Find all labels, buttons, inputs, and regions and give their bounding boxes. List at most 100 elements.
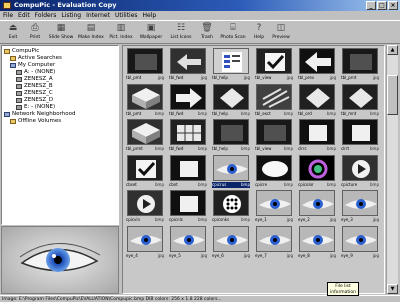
thumbnail-image (127, 119, 163, 145)
thumbnail-caption: tbl_mnt bmp (341, 111, 379, 117)
thumbnail-item[interactable]: tbl_view jpg (254, 47, 294, 82)
minimize-button[interactable]: _ (366, 1, 376, 10)
thumbnail-item[interactable]: cbset bmp (125, 154, 165, 189)
drive-icon (16, 84, 22, 89)
exit-button[interactable]: ⏏ Exit (2, 21, 24, 44)
thumbnail-caption: tbl_prnt jpg (341, 75, 379, 81)
help-button[interactable]: ? Help (248, 21, 270, 44)
thumbnail-filename: tbl_fwd (169, 110, 184, 116)
thumbnail-extension: jpg (200, 75, 207, 80)
thumbnail-item[interactable]: cbnt bmp (168, 154, 208, 189)
thumbnail-item[interactable]: tbl_exct bmp (254, 83, 294, 118)
thumbnail-caption: tbl_fwd jpg (169, 75, 207, 81)
thumbnail-item[interactable]: tbl_fwd jpg (168, 47, 208, 82)
tree-item-label: ZENESZ_C (24, 90, 53, 96)
thumbnail-image (213, 119, 249, 145)
thumbnail-item[interactable]: cpicre bmp (254, 154, 294, 189)
tree-item[interactable]: My Computer (4, 62, 116, 69)
thumbnail-extension: jpg (286, 217, 293, 222)
thumbnail-caption: cpicture bmp (341, 182, 379, 188)
photo-scan-button[interactable]: ⌸ Photo Scan (218, 21, 248, 44)
trash-button[interactable]: 🗑 Trash (196, 21, 218, 44)
drive-icon (16, 98, 22, 103)
menu-item-file[interactable]: File (3, 11, 13, 20)
thumbnail-image (170, 83, 206, 110)
vertical-scrollbar[interactable]: ▲ ▼ (386, 45, 398, 294)
tree-item[interactable]: CompuPic (4, 48, 116, 55)
slide-show-button[interactable]: ▦ Slide Show (46, 21, 76, 44)
folder-tree[interactable]: CompuPic Active Searches My Computer A: - (… (1, 45, 119, 225)
thumbnail-caption: tbl_prmt bmp (126, 146, 164, 152)
menu-item-listing[interactable]: Listing (61, 11, 81, 20)
thumbnail-image (170, 190, 206, 216)
tree-item[interactable]: ZENESZ_D (4, 97, 116, 104)
thumbnail-item[interactable]: cpicolor bmp (297, 154, 337, 189)
tree-item[interactable]: Active Searches (4, 55, 116, 62)
thumbnail-image (170, 119, 206, 145)
thumbnail-item[interactable]: eye_4 jpg (125, 225, 165, 260)
print-button[interactable]: ⎙ Print (24, 21, 46, 44)
thumbnail-item[interactable]: tbl_mnt bmp (340, 83, 380, 118)
thumbnail-item[interactable]: eye_9 jpg (340, 225, 380, 260)
thumbnail-item[interactable]: tbl_fwd bmp (168, 83, 208, 118)
thumbnail-item[interactable]: eye_1 jpg (254, 189, 294, 224)
preview-button[interactable]: ◫ Preview (270, 21, 292, 44)
thumbnail-item[interactable]: clrrt bmp (340, 118, 380, 153)
thumbnail-item[interactable]: tbl_help jpg (211, 47, 251, 82)
thumbnail-item[interactable]: tbl_fwd bmp (168, 118, 208, 153)
wallpaper-button[interactable]: ▣ Wallpaper (136, 21, 166, 44)
thumbnail-item[interactable]: eye_8 jpg (297, 225, 337, 260)
thumbnail-item[interactable]: tbl_ord bmp (297, 83, 337, 118)
pict-index-button[interactable]: ▥ Pict. Index (106, 21, 136, 44)
maximize-button[interactable]: □ (377, 1, 387, 10)
computer-icon (10, 63, 16, 68)
make-index-button[interactable]: ▤ Make Index (76, 21, 106, 44)
tree-item[interactable]: ZENESZ_A (4, 76, 116, 83)
menu-item-internet[interactable]: Internet (86, 11, 110, 20)
thumbnail-item[interactable]: tbl_pmt bmp (125, 83, 165, 118)
thumbnail-item[interactable]: cpicvin bmp (125, 189, 165, 224)
thumbnail-caption: tbl_view jpg (255, 75, 293, 81)
thumbnail-filename: tbl_pmt (126, 110, 142, 116)
thumbnail-item[interactable]: tbl_pmt jpg (125, 47, 165, 82)
tree-item[interactable]: A: - (NONE) (4, 69, 116, 76)
thumbnail-item[interactable]: eye_6 jpg (211, 225, 251, 260)
thumbnail-item[interactable]: tbl_prev jpg (297, 47, 337, 82)
thumbnail-item[interactable]: eye_7 jpg (254, 225, 294, 260)
tree-item[interactable]: Offline Volumes (4, 118, 116, 125)
scroll-down-icon[interactable]: ▼ (387, 284, 398, 294)
list-icons-button[interactable]: ☷ List Icons (166, 21, 196, 44)
help-icon: ? (256, 23, 262, 33)
thumbnail-item[interactable]: tbl_help bmp (211, 83, 251, 118)
thumbnail-extension: jpg (243, 252, 250, 258)
thumbnail-item[interactable]: tbl_help bmp (211, 118, 251, 153)
tree-item[interactable]: E: - (NONE) (4, 104, 116, 111)
scroll-thumb[interactable] (387, 75, 398, 115)
thumbnail-item[interactable]: eye_5 jpg (168, 225, 208, 260)
menu-item-edit[interactable]: Edit (18, 11, 30, 20)
menu-item-utilities[interactable]: Utilities (115, 11, 138, 20)
tree-item[interactable]: Network Neighborhood (4, 111, 116, 118)
thumbnail-item[interactable]: tbl_prmt bmp (125, 118, 165, 153)
thumbnail-item[interactable]: clrrc bmp (297, 118, 337, 153)
thumbnail-item[interactable]: eye_2 jpg (297, 189, 337, 224)
thumbnail-item[interactable]: tbl_view bmp (254, 118, 294, 153)
menu-item-folders[interactable]: Folders (35, 11, 57, 20)
tree-item[interactable]: ZENESZ_C (4, 90, 116, 97)
thumbnail-item[interactable]: cpicsnks bmp (211, 189, 251, 224)
tree-item[interactable]: ZENESZ_B (4, 83, 116, 90)
thumbnail-item[interactable]: cpicture bmp (340, 154, 380, 189)
scroll-up-icon[interactable]: ▲ (387, 45, 398, 55)
menu-item-help[interactable]: Help (143, 11, 157, 20)
thumbnail-filename: tbl_pmt (126, 75, 142, 80)
thumbnail-item[interactable]: cpicrus bmp (211, 154, 251, 189)
thumbnail-caption: eye_8 jpg (298, 253, 336, 259)
thumbnail-extension: bmp (241, 181, 250, 187)
thumbnail-filename: tbl_view (255, 75, 272, 80)
thumbnail-item[interactable]: tbl_prnt jpg (340, 47, 380, 82)
thumbnail-item[interactable]: eye_3 jpg (340, 189, 380, 224)
close-button[interactable]: × (388, 1, 398, 10)
thumbnail-extension: jpg (200, 252, 207, 258)
thumbnail-item[interactable]: cpicnls bmp (168, 189, 208, 224)
tree-item-label: Network Neighborhood (12, 111, 76, 117)
